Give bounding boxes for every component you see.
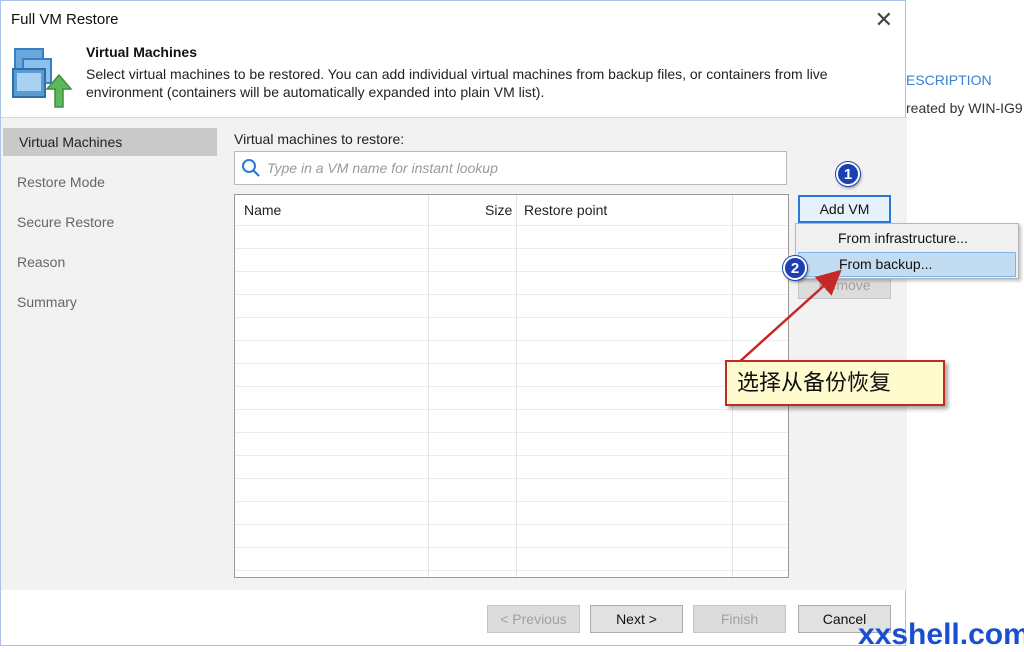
vm-table[interactable]: Name Size Restore point [234,194,789,578]
column-size[interactable]: Size [485,195,512,225]
column-restore-point[interactable]: Restore point [524,195,607,225]
table-row-divider [235,478,788,479]
step-reason[interactable]: Reason [1,248,217,276]
title-bar: Full VM Restore ✕ [1,1,905,37]
table-row-divider [235,248,788,249]
table-row-divider [235,317,788,318]
step-summary[interactable]: Summary [1,288,217,316]
description-text: reated by WIN-IG9 [906,100,1023,116]
close-icon[interactable]: ✕ [875,7,893,33]
step-virtual-machines[interactable]: Virtual Machines [3,128,217,156]
table-row-divider [235,409,788,410]
watermark: xxshell.com [858,618,1024,651]
menu-item-from-infrastructure[interactable]: From infrastructure... [798,226,1016,251]
table-row-divider [235,432,788,433]
vm-table-header: Name Size Restore point [235,195,788,225]
table-row-divider [235,547,788,548]
table-row-divider [235,570,788,571]
step-secure-restore[interactable]: Secure Restore [1,208,217,236]
table-row-divider [235,294,788,295]
vm-search-input[interactable] [267,152,777,184]
previous-button[interactable]: < Previous [487,605,580,633]
wizard-main-panel: Virtual machines to restore: Name Size R… [217,117,907,590]
header-title: Virtual Machines [86,44,198,60]
section-label: Virtual machines to restore: [234,131,405,147]
table-row-divider [235,340,788,341]
wizard-steps-sidebar: Virtual Machines Restore Mode Secure Res… [1,117,217,590]
dialog-title: Full VM Restore [11,11,119,28]
background-window: ESCRIPTION reated by WIN-IG9 [906,0,1024,648]
table-row-divider [235,501,788,502]
full-vm-restore-dialog: Full VM Restore ✕ Virtual Machines Selec… [0,0,907,646]
step-badge-2: 2 [783,256,807,280]
step-badge-1: 1 [836,162,860,186]
finish-button[interactable]: Finish [693,605,786,633]
header-description: Select virtual machines to be restored. … [86,66,828,100]
table-row-divider [235,363,788,364]
next-button[interactable]: Next > [590,605,683,633]
add-vm-button[interactable]: Add VM [798,195,891,223]
add-vm-menu: From infrastructure... From backup... [795,223,1019,279]
table-row-divider [235,225,788,226]
table-row-divider [235,386,788,387]
wizard-header: Virtual Machines Select virtual machines… [1,37,905,117]
vm-search-box[interactable] [234,151,787,185]
vm-restore-icon [12,48,73,108]
table-row-divider [235,455,788,456]
description-column-header: ESCRIPTION [906,72,992,88]
step-restore-mode[interactable]: Restore Mode [1,168,217,196]
column-name[interactable]: Name [244,195,281,225]
search-icon [242,159,260,177]
menu-item-from-backup[interactable]: From backup... [798,252,1016,277]
annotation-callout: 选择从备份恢复 [725,360,945,406]
table-row-divider [235,271,788,272]
table-row-divider [235,524,788,525]
